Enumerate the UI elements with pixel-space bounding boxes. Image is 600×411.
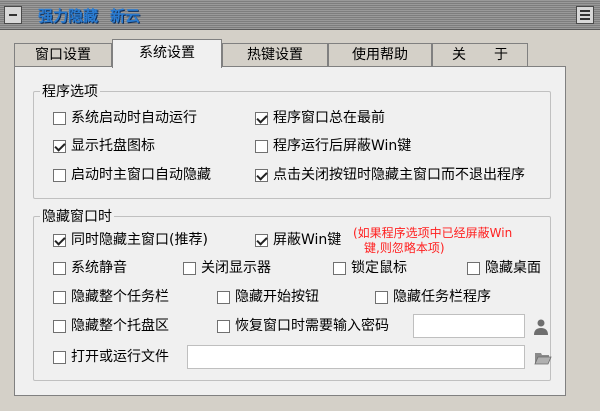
checkbox-box[interactable] (255, 233, 268, 247)
checkbox-box[interactable] (53, 233, 66, 247)
tab-system-settings[interactable]: 系统设置 (112, 39, 222, 68)
checkbox-box[interactable] (255, 111, 268, 125)
checkbox-hide-taskbar-programs[interactable]: 隐藏任务栏程序 (375, 288, 491, 306)
win-key-note-line2: 键,则忽略本项) (364, 241, 445, 255)
checkbox-require-password[interactable]: 恢复窗口时需要输入密码 (217, 317, 389, 335)
checkbox-always-on-top[interactable]: 程序窗口总在最前 (255, 109, 385, 127)
checkbox-autostart[interactable]: 系统启动时自动运行 (53, 109, 197, 127)
checkbox-box[interactable] (217, 319, 230, 333)
checkbox-box[interactable] (183, 261, 196, 275)
checkbox-box[interactable] (467, 261, 480, 275)
menu-button[interactable] (576, 6, 594, 24)
checkbox-box[interactable] (53, 350, 66, 364)
checkbox-hide-taskbar[interactable]: 隐藏整个任务栏 (53, 288, 169, 306)
checkbox-block-win[interactable]: 屏蔽Win键 (255, 231, 341, 249)
checkbox-hide-on-start[interactable]: 启动时主窗口自动隐藏 (53, 166, 211, 184)
checkbox-hide-start[interactable]: 隐藏开始按钮 (217, 288, 319, 306)
file-path-input[interactable] (187, 345, 525, 369)
checkbox-box[interactable] (53, 139, 66, 153)
checkbox-hide-main-window[interactable]: 同时隐藏主窗口(推荐) (53, 231, 208, 249)
checkbox-box[interactable] (217, 290, 230, 304)
tab-window-settings[interactable]: 窗口设置 (14, 43, 112, 67)
checkbox-hide-desktop[interactable]: 隐藏桌面 (467, 259, 541, 277)
hide-options-title: 隐藏窗口时 (40, 206, 114, 226)
checkbox-box[interactable] (255, 139, 268, 153)
checkbox-box[interactable] (53, 168, 66, 182)
win-key-note-line1: (如果程序选项中已经屏蔽Win (353, 226, 513, 240)
tab-hotkey-settings[interactable]: 热键设置 (222, 43, 328, 67)
checkbox-mute[interactable]: 系统静音 (53, 259, 127, 277)
window-title: 强力隐藏 新云 (38, 5, 140, 26)
checkbox-hide-tray[interactable]: 隐藏整个托盘区 (53, 317, 169, 335)
app-name: 强力隐藏 (38, 7, 99, 25)
tab-help[interactable]: 使用帮助 (328, 43, 432, 67)
checkbox-tray-icon[interactable]: 显示托盘图标 (53, 137, 155, 155)
folder-open-icon[interactable] (534, 349, 552, 367)
checkbox-box[interactable] (53, 290, 66, 304)
app-subtitle: 新云 (110, 7, 141, 25)
user-lock-icon[interactable] (532, 318, 550, 336)
title-bar[interactable]: 强力隐藏 新云 (0, 0, 600, 30)
checkbox-box[interactable] (375, 290, 388, 304)
tab-panel: 程序选项 系统启动时自动运行 程序窗口总在最前 显示托盘图标 程序运行后屏蔽Wi… (14, 66, 566, 396)
minimize-button[interactable] (4, 6, 22, 24)
checkbox-monitor-off[interactable]: 关闭显示器 (183, 259, 271, 277)
checkbox-close-hides[interactable]: 点击关闭按钮时隐藏主窗口而不退出程序 (255, 166, 525, 184)
tab-about[interactable]: 关 于 (432, 43, 528, 67)
checkbox-lock-mouse[interactable]: 锁定鼠标 (333, 259, 407, 277)
checkbox-box[interactable] (53, 319, 66, 333)
checkbox-box[interactable] (333, 261, 346, 275)
checkbox-block-win-key[interactable]: 程序运行后屏蔽Win键 (255, 137, 411, 155)
checkbox-box[interactable] (53, 261, 66, 275)
checkbox-open-file[interactable]: 打开或运行文件 (53, 348, 169, 366)
program-options-title: 程序选项 (40, 81, 100, 101)
checkbox-box[interactable] (53, 111, 66, 125)
checkbox-box[interactable] (255, 168, 268, 182)
password-input[interactable] (413, 314, 525, 338)
